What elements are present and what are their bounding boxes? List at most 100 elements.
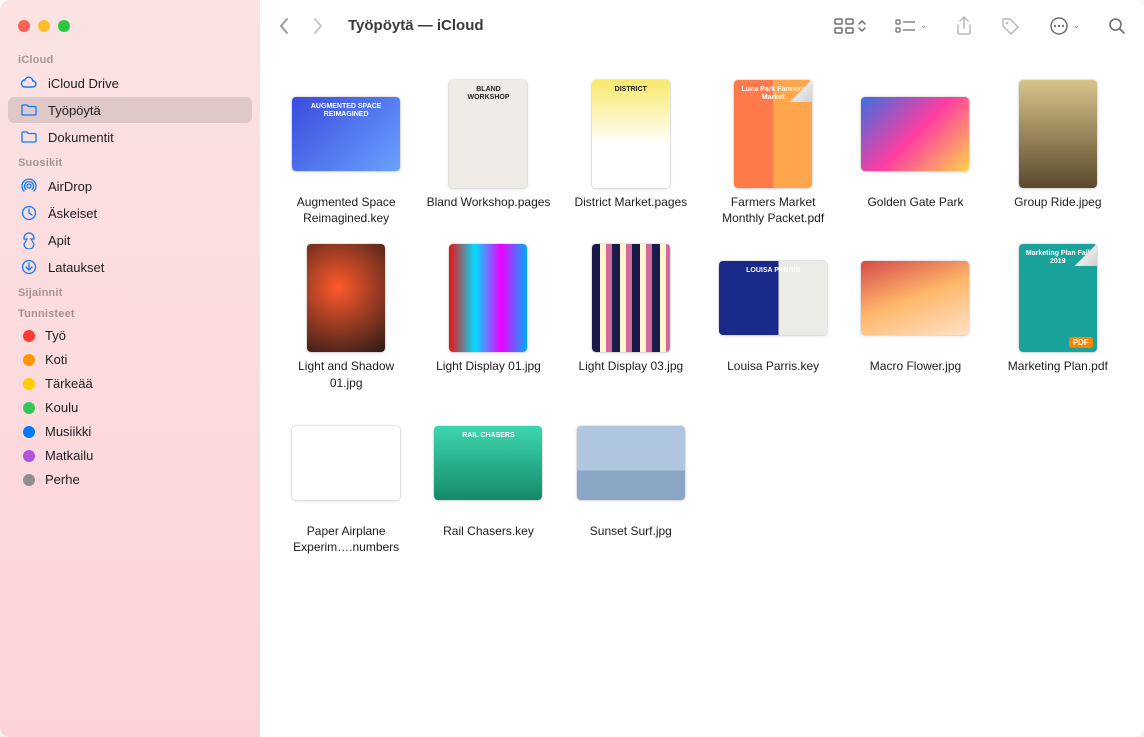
airdrop-icon [20,177,38,195]
share-button[interactable] [955,16,973,36]
sidebar-item-äskeiset[interactable]: Äskeiset [8,200,252,226]
file-item[interactable]: DISTRICTDistrict Market.pages [567,80,695,226]
file-label: Sunset Surf.jpg [590,523,672,539]
tags-button[interactable] [1001,17,1021,35]
pdf-badge: PDF [1069,337,1093,348]
nav-forward-button[interactable] [312,17,324,35]
tag-item-tärkeää[interactable]: Tärkeää [8,372,252,395]
tag-dot-icon [23,378,35,390]
sidebar-item-label: Apit [48,233,70,248]
nav-back-button[interactable] [278,17,290,35]
sidebar-item-dokumentit[interactable]: Dokumentit [8,124,252,150]
file-item[interactable]: Macro Flower.jpg [851,244,979,390]
sidebar-section-header: Suosikit [0,151,260,172]
file-thumbnail [577,409,685,517]
tag-item-matkailu[interactable]: Matkailu [8,444,252,467]
sidebar-item-airdrop[interactable]: AirDrop [8,173,252,199]
file-thumbnail: DISTRICT [577,80,685,188]
file-label: Golden Gate Park [867,194,963,210]
folder-icon [20,128,38,146]
file-item[interactable]: LOUISA PARRIS Louisa Parris.key [709,244,837,390]
file-thumbnail: LOUISA PARRIS [719,244,827,352]
file-item[interactable]: Light Display 01.jpg [424,244,552,390]
file-thumbnail [292,244,400,352]
sidebar-item-label: iCloud Drive [48,76,119,91]
minimize-window-button[interactable] [38,20,50,32]
finder-window: iCloud iCloud Drive TyöpöytäDokumentitSuos… [0,0,1144,737]
thumbnail-overlay-text: AUGMENTED SPACE REIMAGINED [298,103,394,118]
tag-item-koulu[interactable]: Koulu [8,396,252,419]
file-grid: AUGMENTED SPACE REIMAGINED Augmented Spac… [282,80,1122,555]
toolbar: Työpöytä — iCloud ⌄ ⌄ [260,0,1144,52]
file-label: Light Display 03.jpg [578,358,683,374]
tag-dot-icon [23,450,35,462]
group-button[interactable]: ⌄ [895,18,928,34]
file-item[interactable]: AUGMENTED SPACE REIMAGINED Augmented Spac… [282,80,410,226]
sidebar-item-label: Äskeiset [48,206,97,221]
file-label: Paper Airplane Experim….numbers [282,523,410,555]
file-thumbnail: Luna Park Farmers Market [719,80,827,188]
tag-item-työ[interactable]: Työ [8,324,252,347]
window-title: Työpöytä — iCloud [348,17,820,34]
file-label: Light Display 01.jpg [436,358,541,374]
folder-icon [20,101,38,119]
file-thumbnail [861,244,969,352]
file-item[interactable]: Group Ride.jpeg [994,80,1122,226]
file-item[interactable]: RAIL CHASERS Rail Chasers.key [424,409,552,555]
tag-item-musiikki[interactable]: Musiikki [8,420,252,443]
main-area: Työpöytä — iCloud ⌄ ⌄ [260,0,1144,737]
file-item[interactable]: BLAND WORKSHOPBland Workshop.pages [424,80,552,226]
thumbnail-overlay-text: DISTRICT [598,86,664,94]
more-button[interactable]: ⌄ [1049,16,1080,36]
window-controls [0,8,260,48]
file-item[interactable]: Sunset Surf.jpg [567,409,695,555]
sidebar-item-label: AirDrop [48,179,92,194]
sidebar-section-header: Sijainnit [0,281,260,302]
sidebar-item-apit[interactable]: Apit [8,227,252,253]
thumbnail-overlay-text: Marketing Plan Fall 2019 [1025,250,1091,265]
tag-dot-icon [23,402,35,414]
file-label: Louisa Parris.key [727,358,819,374]
file-thumbnail: BLAND WORKSHOP [434,80,542,188]
file-label: Light and Shadow 01.jpg [282,358,410,390]
download-icon [20,258,38,276]
sidebar-section-header: iCloud [0,48,260,69]
thumbnail-overlay-text: Luna Park Farmers Market [740,86,806,101]
tag-item-koti[interactable]: Koti [8,348,252,371]
file-thumbnail: Marketing Plan Fall 2019 PDF [1004,244,1112,352]
thumbnail-overlay-text: LOUISA PARRIS [725,267,821,275]
file-item[interactable]: Light and Shadow 01.jpg [282,244,410,390]
file-label: Farmers Market Monthly Packet.pdf [709,194,837,226]
sidebar-section-header: Tunnisteet [0,302,260,323]
thumbnail-overlay-text: BLAND WORKSHOP [455,86,521,101]
file-item[interactable]: Paper Airplane Experim….numbers [282,409,410,555]
view-mode-button[interactable] [834,18,867,34]
sidebar-item-työpöytä[interactable]: Työpöytä [8,97,252,123]
file-label: Rail Chasers.key [443,523,534,539]
tag-dot-icon [23,354,35,366]
file-item[interactable]: Marketing Plan Fall 2019 PDFMarketing Pla… [994,244,1122,390]
sidebar: iCloud iCloud Drive TyöpöytäDokumentitSuos… [0,0,260,737]
file-label: Augmented Space Reimagined.key [282,194,410,226]
maximize-window-button[interactable] [58,20,70,32]
search-button[interactable] [1108,17,1126,35]
tag-label: Perhe [45,472,80,487]
file-thumbnail [861,80,969,188]
file-label: Group Ride.jpeg [1014,194,1101,210]
apps-icon [20,231,38,249]
tag-label: Matkailu [45,448,93,463]
tag-item-perhe[interactable]: Perhe [8,468,252,491]
file-thumbnail [577,244,685,352]
tag-label: Työ [45,328,66,343]
tag-label: Musiikki [45,424,91,439]
tag-dot-icon [23,426,35,438]
file-thumbnail: RAIL CHASERS [434,409,542,517]
file-item[interactable]: Light Display 03.jpg [567,244,695,390]
file-item[interactable]: Luna Park Farmers Market Farmers Market M… [709,80,837,226]
close-window-button[interactable] [18,20,30,32]
file-thumbnail [434,244,542,352]
sidebar-item-lataukset[interactable]: Lataukset [8,254,252,280]
sidebar-item-icloud-drive[interactable]: iCloud Drive [8,70,252,96]
file-thumbnail [292,409,400,517]
file-item[interactable]: Golden Gate Park [851,80,979,226]
